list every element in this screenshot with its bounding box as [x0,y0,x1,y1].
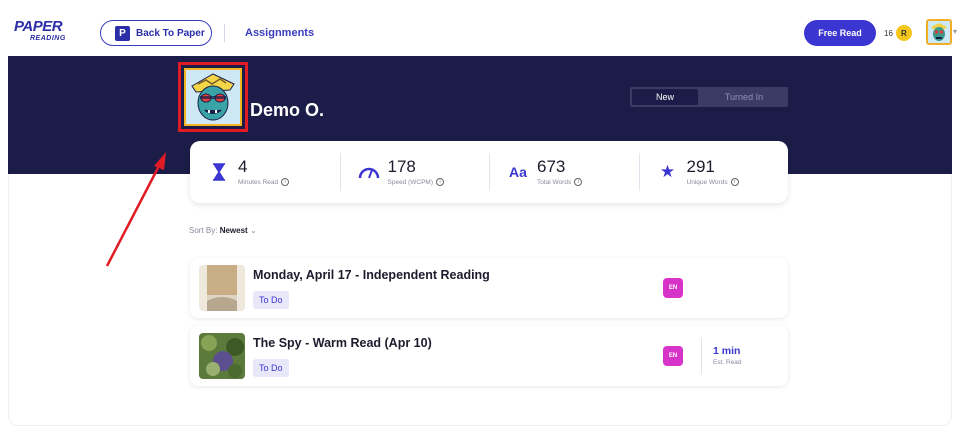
reading-stats-card: 4 Minutes Read i 178 Speed (WCPM) i Aa 673… [190,141,788,203]
stat-speed: 178 Speed (WCPM) i [339,141,490,203]
sort-value: Newest [219,226,248,235]
info-icon[interactable]: i [436,178,445,186]
assignment-thumbnail [199,333,245,379]
alien-avatar-icon [928,21,950,43]
assignment-card[interactable]: The Spy - Warm Read (Apr 10) To Do EN 1 … [190,326,788,386]
hourglass-icon [208,161,230,183]
divider [701,338,702,374]
logo-wordmark: PAPER [14,18,63,35]
speed-label: Speed (WCPM) [387,178,434,186]
total-words-value: 673 [537,157,566,176]
unique-words-value: 291 [686,157,715,176]
estimated-duration-label: Est. Read [713,359,742,366]
info-icon[interactable]: i [281,178,290,186]
free-read-button[interactable]: Free Read [804,20,876,46]
stat-total-words: Aa 673 Total Words i [489,141,639,203]
language-badge: EN [663,278,683,298]
assignment-card[interactable]: Monday, April 17 - Independent Reading T… [190,258,788,318]
info-icon[interactable]: i [574,178,583,186]
star-icon: ★ [659,162,676,181]
info-icon[interactable]: i [730,178,739,186]
sort-dropdown[interactable]: Sort By: Newest ⌄ [189,226,257,235]
coin-balance: 16 R [884,25,912,41]
text-size-icon: Aa [509,164,527,180]
estimated-duration: 1 min [713,345,741,357]
tab-turned-in[interactable]: Turned In [700,87,788,107]
paper-icon: P [115,25,130,41]
total-words-label: Total Words [537,178,572,186]
coin-count: 16 [884,28,893,38]
status-badge: To Do [253,359,289,377]
paper-reading-logo[interactable]: PAPER READING [14,18,80,48]
stat-unique-words: ★ 291 Unique Words i [638,141,789,203]
tab-new[interactable]: New [632,89,698,105]
minutes-read-label: Minutes Read [238,178,279,186]
stat-minutes-read: 4 Minutes Read i [190,141,340,203]
student-name: Demo O. [250,100,325,120]
speedometer-icon [358,161,380,183]
assignment-filter-toggle: New Turned In [630,87,788,107]
avatar-highlight-box [178,62,248,132]
assignment-title: The Spy - Warm Read (Apr 10) [253,336,432,350]
nav-link-assignments[interactable]: Assignments [245,27,314,39]
back-to-paper-label: Back To Paper [136,27,205,39]
status-badge: To Do [253,291,289,309]
minutes-read-value: 4 [238,157,248,176]
speed-value: 178 [387,157,416,176]
user-avatar[interactable] [926,19,952,45]
nav-divider [224,24,225,42]
sort-prefix: Sort By: [189,226,218,235]
back-to-paper-button[interactable]: P Back To Paper [100,20,212,46]
assignment-thumbnail [199,265,245,311]
logo-subtitle: READING [30,35,66,42]
chevron-down-icon: ⌄ [249,226,257,235]
chevron-down-icon[interactable]: ▾ [953,27,957,36]
unique-words-label: Unique Words [686,178,728,186]
coin-icon: R [895,25,912,41]
top-nav: PAPER READING P Back To Paper Assignment… [0,0,960,56]
assignment-title: Monday, April 17 - Independent Reading [253,268,490,282]
language-badge: EN [663,346,683,366]
